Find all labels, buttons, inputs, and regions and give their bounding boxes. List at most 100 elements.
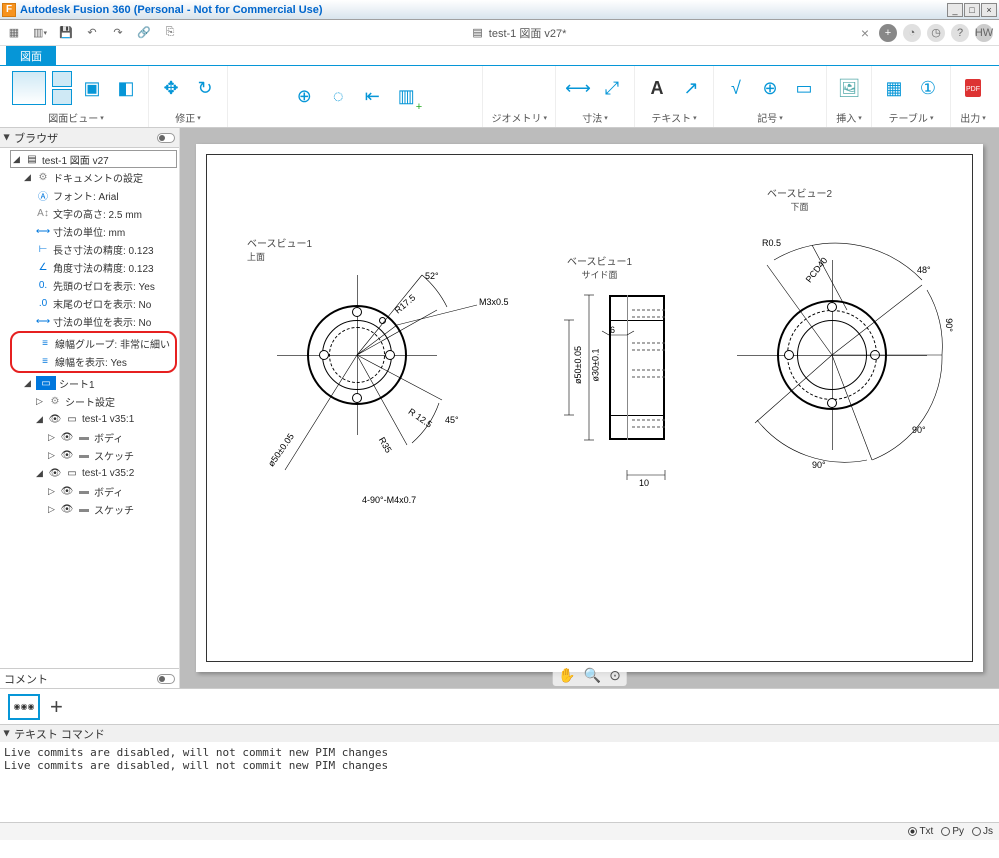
sheet-thumbnail-bar: ◉◉◉ + <box>0 688 999 724</box>
titlebar: F Autodesk Fusion 360 (Personal - Not fo… <box>0 0 999 20</box>
fit-button[interactable]: ⊙ <box>609 667 621 684</box>
ordinate-button[interactable]: ⤢ <box>598 74 626 102</box>
radio-py[interactable]: Py <box>941 826 964 837</box>
feature-frame-button[interactable]: ▭ <box>790 74 818 102</box>
user-avatar[interactable]: HW <box>975 24 993 42</box>
document-tab[interactable]: ▤ test-1 図面 v27* <box>188 25 851 41</box>
balloon-button[interactable]: ① <box>914 74 942 102</box>
section-view-button[interactable]: ◧ <box>112 74 140 102</box>
surface-button[interactable]: √ <box>722 74 750 102</box>
tree-sketch-1[interactable]: ▷👁▬スケッチ <box>46 446 177 464</box>
table-button[interactable]: ▦ <box>880 74 908 102</box>
tree-sketch-2[interactable]: ▷👁▬スケッチ <box>46 500 177 518</box>
browser-header: ▶ ブラウザ <box>0 128 179 148</box>
tree-sheet-settings[interactable]: ▷⚙シート設定 <box>34 392 177 410</box>
leader-button[interactable]: ↗ <box>677 74 705 102</box>
tree-item-textheight[interactable]: A↕文字の高さ: 2.5 mm <box>34 204 177 222</box>
file-icon[interactable]: ▥ ▾ <box>32 25 48 41</box>
tree-sheet1[interactable]: ◢▭シート1 <box>22 374 177 392</box>
view2: ø50±0.05 ø30±0.1 6 10 <box>547 275 697 525</box>
tree-doc-settings[interactable]: ◢⚙ドキュメントの設定 <box>22 168 177 186</box>
tree-item-linprec[interactable]: ⊢長さ寸法の精度: 0.123 <box>34 240 177 258</box>
document-icon: ▤ <box>472 26 482 39</box>
browser-tree: ◢▤test-1 図面 v27 ◢⚙ドキュメントの設定 Ⓐフォント: Arial… <box>0 148 179 668</box>
drawing-canvas[interactable]: ベースビュー1上面 <box>180 128 999 688</box>
datum-button[interactable]: ⊕ <box>756 74 784 102</box>
ribbon-group-modify: ✥ ↻ 修正▾ <box>149 66 228 127</box>
maximize-button[interactable]: □ <box>964 3 980 17</box>
image-button[interactable]: 🖼 <box>835 74 863 102</box>
tree-item-trailzero[interactable]: .0末尾のゼロを表示: No <box>34 294 177 312</box>
drawing-frame: ベースビュー1上面 <box>206 154 973 662</box>
close-button[interactable]: × <box>981 3 997 17</box>
sheet-thumbnail-1[interactable]: ◉◉◉ <box>8 694 40 720</box>
tab-drawing[interactable]: 図面 <box>6 46 56 66</box>
tree-item-leadzero[interactable]: 0.先頭のゼロを表示: Yes <box>34 276 177 294</box>
radio-txt[interactable]: Txt <box>908 826 933 837</box>
view3: 48° PCD40 R0.5 90° 90° 90° <box>717 235 967 495</box>
ribbon-group-text: A ↗ テキスト▾ <box>635 66 714 127</box>
app-icon: F <box>2 3 16 17</box>
link-icon[interactable]: 🔗 <box>136 25 152 41</box>
view-button-2[interactable] <box>52 71 72 87</box>
ribbon-group-tables: ▦ ① テーブル▾ <box>872 66 951 127</box>
minimize-button[interactable]: _ <box>947 3 963 17</box>
tree-item-linegroup[interactable]: ≡線幅グループ: 非常に細い <box>36 334 175 352</box>
pdf-button[interactable]: PDF <box>959 74 987 102</box>
cmd-collapse-icon[interactable]: ▶ <box>3 730 12 736</box>
undo-icon[interactable]: ↶ <box>84 25 100 41</box>
tree-body-2[interactable]: ▷👁▬ボディ <box>46 482 177 500</box>
right-toolbar: × + ◔ ◷ ? HW <box>861 24 993 42</box>
dimension-button[interactable]: ⟷ <box>564 74 592 102</box>
edge-button[interactable]: ⇤ <box>358 83 386 111</box>
ribbon-group-output: PDF 出力▾ <box>951 66 995 127</box>
tree-item-angprec[interactable]: ∠角度寸法の精度: 0.123 <box>34 258 177 276</box>
extensions-icon[interactable]: ◔ <box>903 24 921 42</box>
projected-view-button[interactable]: ▣ <box>78 74 106 102</box>
text-command-header: ▶ テキスト コマンド <box>0 724 999 742</box>
view-button-3[interactable] <box>52 89 72 105</box>
open-icon[interactable]: ⎘ <box>162 25 178 41</box>
textcmd-title: テキスト コマンド <box>14 726 105 742</box>
tree-view-2[interactable]: ◢👁▭test-1 v35:2 <box>34 464 177 482</box>
help-icon[interactable]: ? <box>951 24 969 42</box>
tree-view-1[interactable]: ◢👁▭test-1 v35:1 <box>34 410 177 428</box>
tab-close-icon[interactable]: × <box>861 25 869 41</box>
quick-access-toolbar: ▦ ▥ ▾ 💾 ↶ ↷ 🔗 ⎘ ▤ test-1 図面 v27* × + ◔ ◷… <box>0 20 999 46</box>
tree-item-font[interactable]: Ⓐフォント: Arial <box>34 186 177 204</box>
text-button[interactable]: A <box>643 74 671 102</box>
save-icon[interactable]: 💾 <box>58 25 74 41</box>
text-command-output[interactable]: Live commits are disabled, will not comm… <box>0 742 999 822</box>
ribbon-group-symbols: √ ⊕ ▭ 記号▾ <box>714 66 827 127</box>
collapse-icon[interactable]: ▶ <box>3 134 12 140</box>
highlighted-items: ≡線幅グループ: 非常に細い ≡線幅を表示: Yes <box>10 331 177 373</box>
svg-text:PDF: PDF <box>966 86 980 93</box>
tree-item-showlinew[interactable]: ≡線幅を表示: Yes <box>36 352 175 370</box>
centerline-button[interactable]: ⊕ <box>290 83 318 111</box>
workarea: ▶ ブラウザ ◢▤test-1 図面 v27 ◢⚙ドキュメントの設定 Ⓐフォント… <box>0 128 999 688</box>
jobs-icon[interactable]: ◷ <box>927 24 945 42</box>
ribbon-group-dimensions: ⟷ ⤢ 寸法▾ <box>556 66 635 127</box>
add-sheet-button[interactable]: + <box>50 694 63 720</box>
comment-toggle[interactable] <box>157 674 175 684</box>
redo-icon[interactable]: ↷ <box>110 25 126 41</box>
tree-item-showunit[interactable]: ⟷寸法の単位を表示: No <box>34 312 177 330</box>
new-tab-button[interactable]: + <box>879 24 897 42</box>
move-button[interactable]: ✥ <box>157 74 185 102</box>
zoom-button[interactable]: 🔍 <box>584 667 601 684</box>
output-format-radios: Txt Py Js <box>0 822 999 840</box>
view1: 52° R17.5 M3x0.5 45° R 12.5 R35 ø50±0.05… <box>267 255 467 505</box>
browser-toggle[interactable] <box>157 133 175 143</box>
tree-body-1[interactable]: ▷👁▬ボディ <box>46 428 177 446</box>
rotate-button[interactable]: ↻ <box>191 74 219 102</box>
tree-root[interactable]: ◢▤test-1 図面 v27 <box>10 150 177 168</box>
tree-item-dimunit[interactable]: ⟷寸法の単位: mm <box>34 222 177 240</box>
hatch-button[interactable]: ▥+ <box>392 83 420 111</box>
centermark-button[interactable]: ◌ <box>324 83 352 111</box>
radio-js[interactable]: Js <box>972 826 993 837</box>
grid-icon[interactable]: ▦ <box>6 25 22 41</box>
browser-panel: ▶ ブラウザ ◢▤test-1 図面 v27 ◢⚙ドキュメントの設定 Ⓐフォント… <box>0 128 180 688</box>
pan-button[interactable]: ✋ <box>558 667 575 684</box>
ribbon-tabs: 図面 <box>0 46 999 66</box>
base-view-button[interactable] <box>12 71 46 105</box>
